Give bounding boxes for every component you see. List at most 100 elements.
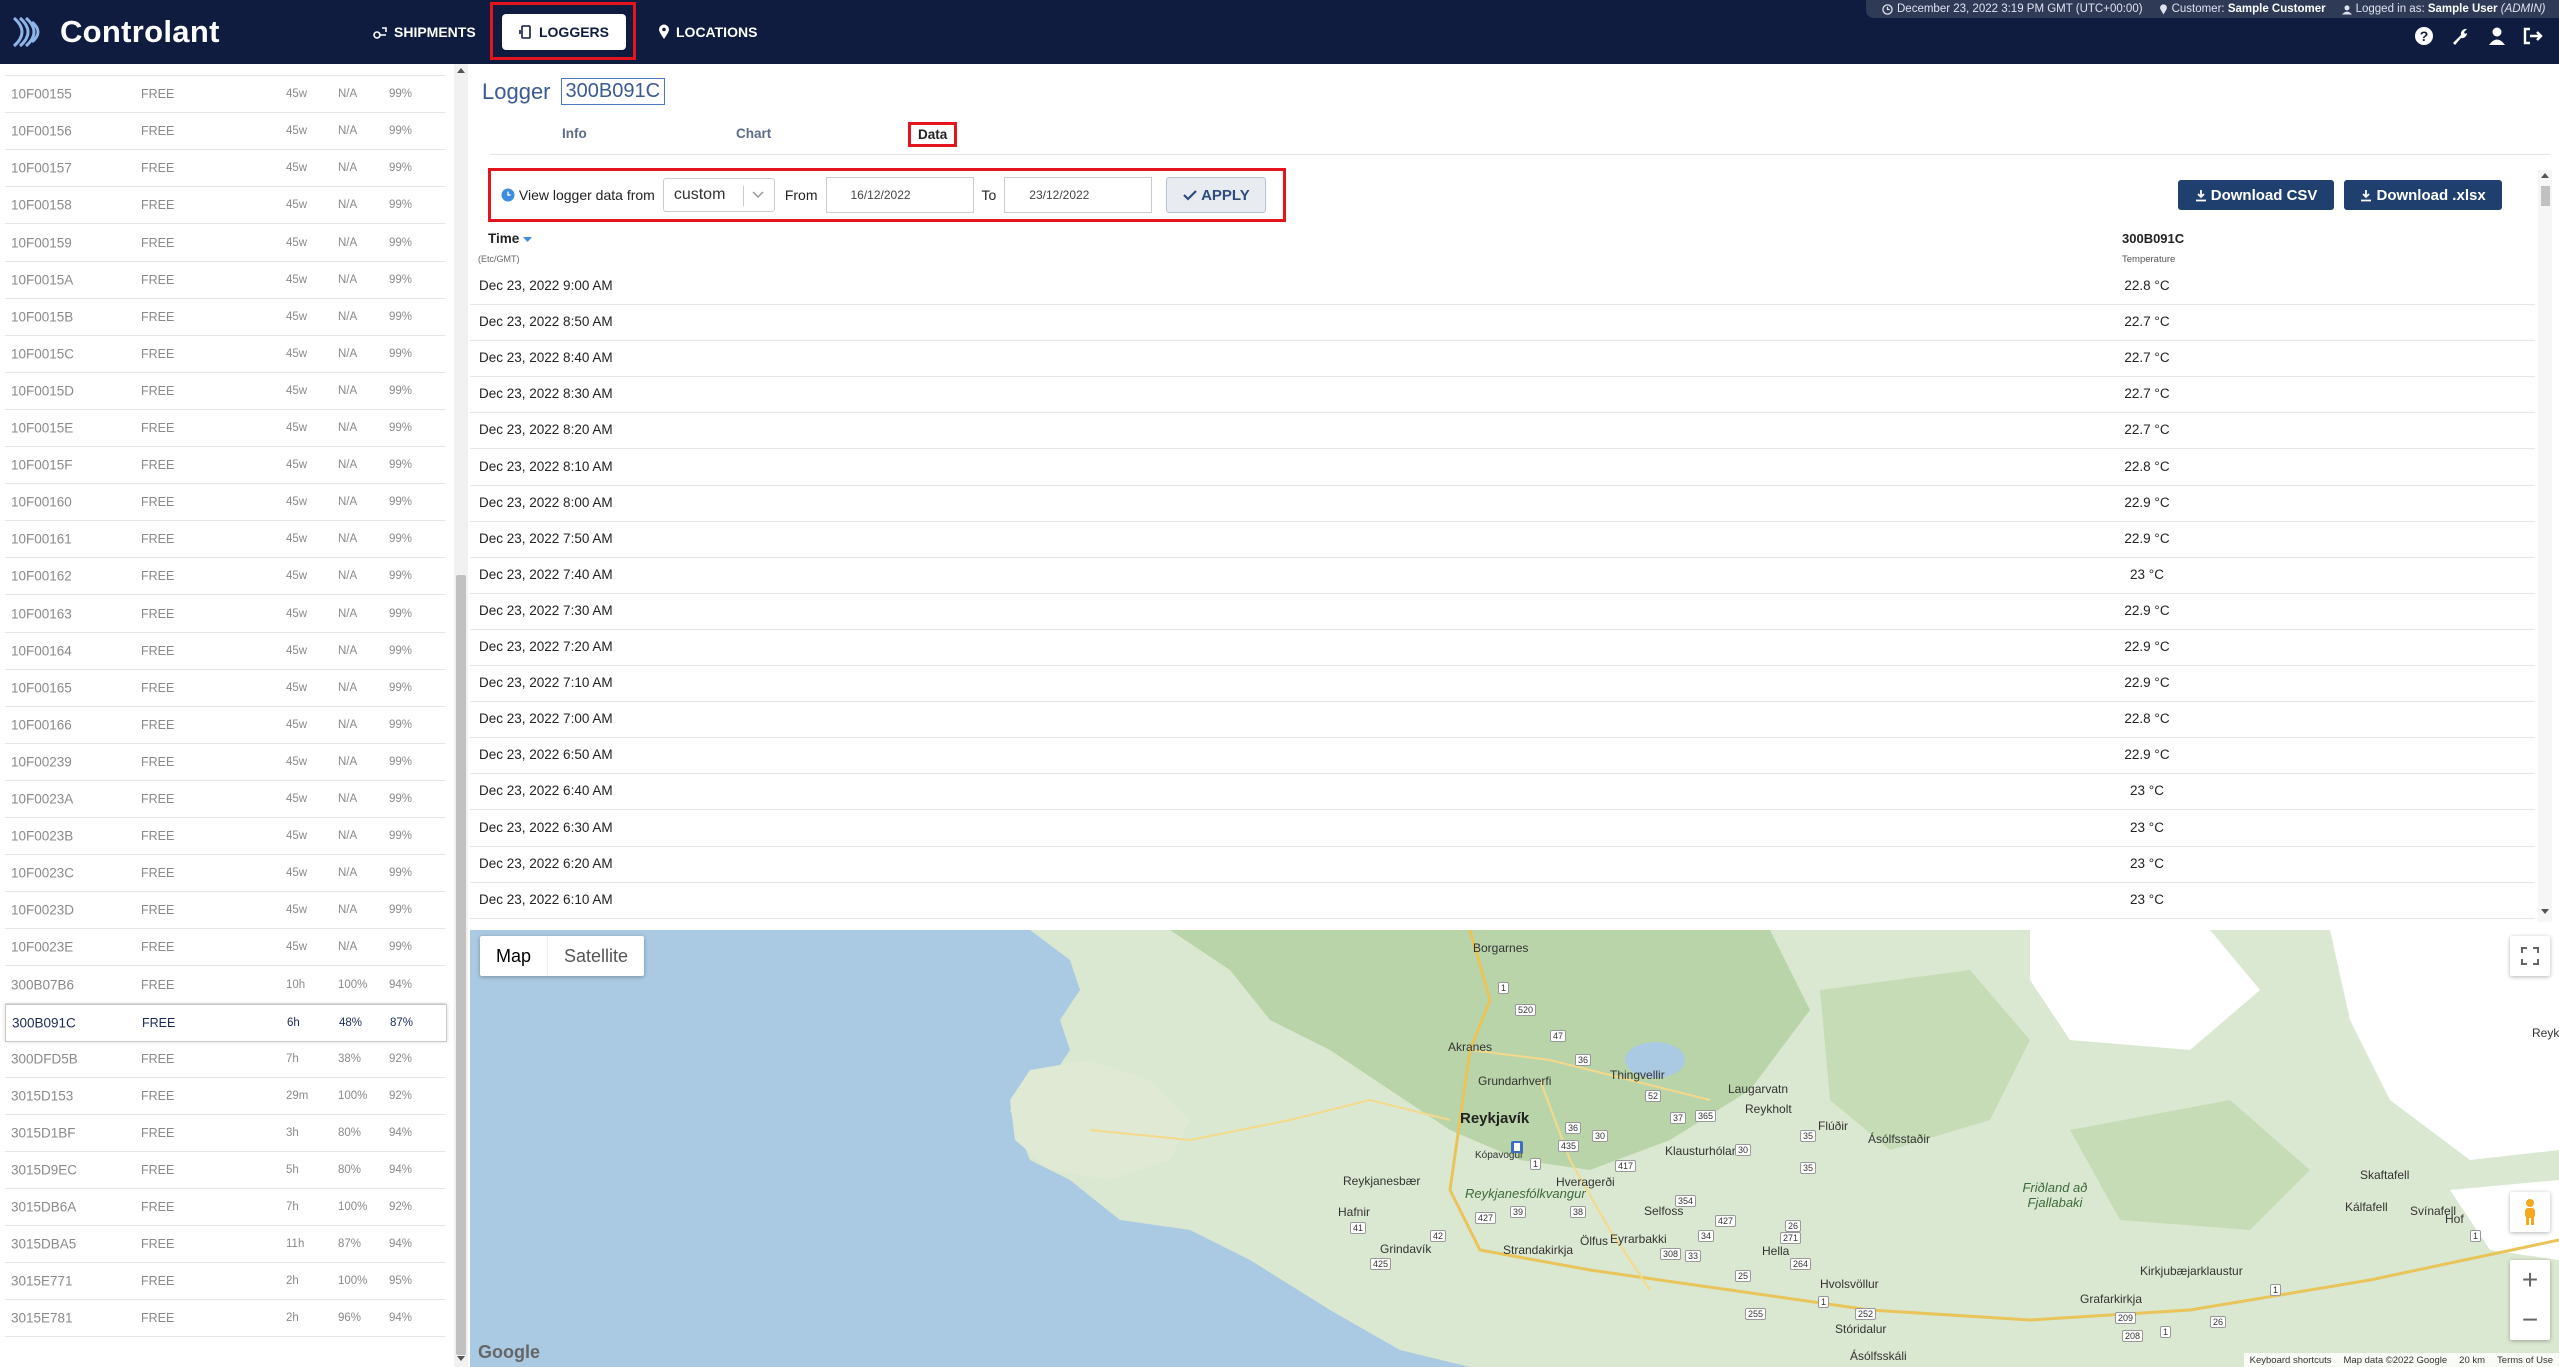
logger-status: FREE xyxy=(141,198,175,213)
map-label: Kálfafell xyxy=(2345,1200,2388,1214)
logger-list-row[interactable]: 10F0015F FREE 45w N/A 99% xyxy=(5,447,445,485)
logout-icon[interactable] xyxy=(2522,26,2544,51)
help-icon[interactable]: ? xyxy=(2414,26,2434,51)
map-type-satellite-button[interactable]: Satellite xyxy=(547,936,644,976)
to-date-input[interactable]: 23/12/2022 xyxy=(1004,177,1153,213)
zoom-out-icon[interactable]: − xyxy=(2522,1300,2538,1340)
logger-list-row[interactable]: 10F00156 FREE 45w N/A 99% xyxy=(5,113,445,151)
signal: 99% xyxy=(389,236,413,249)
nav-shipments[interactable]: SHIPMENTS xyxy=(372,14,476,50)
logger-list-row[interactable]: 300B091C FREE 6h 48% 87% xyxy=(5,1003,447,1042)
road-marker: 425 xyxy=(1370,1258,1392,1270)
battery: N/A xyxy=(338,422,358,434)
download-csv-button[interactable]: Download CSV xyxy=(2178,180,2334,210)
logger-list-row[interactable]: 3015D153 FREE 29m 100% 92% xyxy=(5,1078,445,1115)
tab-data[interactable]: Data xyxy=(908,122,958,147)
logger-status: FREE xyxy=(141,940,175,955)
logger-list-row[interactable]: 10F00155 FREE 45w N/A 99% xyxy=(5,76,445,114)
logger-list-row[interactable]: 3015D9EC FREE 5h 80% 94% xyxy=(5,1152,445,1189)
data-table-scrollbar[interactable] xyxy=(2538,170,2552,922)
scroll-up-arrow-icon[interactable] xyxy=(457,68,465,73)
logger-list-row[interactable]: 10F0015E FREE 45w N/A 99% xyxy=(5,410,445,447)
range-select[interactable]: custom xyxy=(662,178,775,212)
tab-info[interactable]: Info xyxy=(562,126,587,141)
row-time: Dec 23, 2022 6:40 AM xyxy=(479,783,613,799)
logger-list-row[interactable]: 10F00163 FREE 45w N/A 99% xyxy=(5,596,445,633)
row-temperature: 22.8 °C xyxy=(2124,711,2170,727)
logger-list-row[interactable]: 3015E771 FREE 2h 100% 95% xyxy=(5,1263,445,1301)
logger-list-row[interactable]: 10F00161 FREE 45w N/A 99% xyxy=(5,521,445,559)
logger-list-row[interactable]: 10F0015C FREE 45w N/A 99% xyxy=(5,336,445,373)
controlant-logo[interactable]: Controlant xyxy=(10,8,220,56)
sort-desc-icon xyxy=(523,237,533,242)
logger-list-row[interactable]: 10F00157 FREE 45w N/A 99% xyxy=(5,150,445,188)
logger-list-row[interactable]: 3015DBA5 FREE 11h 87% 94% xyxy=(5,1226,445,1264)
logger-list-row[interactable]: 3015E781 FREE 2h 96% 94% xyxy=(5,1300,445,1338)
table-row: Dec 23, 2022 8:00 AM 22.9 °C xyxy=(470,485,2535,522)
map-type-map-button[interactable]: Map xyxy=(480,936,547,976)
signal: 99% xyxy=(389,941,413,954)
logger-list-scroll-thumb[interactable] xyxy=(456,575,466,1355)
logged-in-label: Logged in as: xyxy=(2355,3,2425,15)
table-row: Dec 23, 2022 6:30 AM 23 °C xyxy=(470,810,2535,847)
table-scroll-up-icon[interactable] xyxy=(2541,173,2549,178)
logger-id: 10F0023C xyxy=(11,865,75,881)
zoom-in-icon[interactable]: + xyxy=(2522,1260,2538,1300)
logger-list-row[interactable]: 10F00166 FREE 45w N/A 99% xyxy=(5,707,445,744)
battery: 100% xyxy=(338,1275,368,1288)
from-date-input[interactable]: 16/12/2022 xyxy=(825,177,974,213)
logger-list-row[interactable]: 10F00158 FREE 45w N/A 99% xyxy=(5,187,445,225)
nav-locations[interactable]: LOCATIONS xyxy=(658,14,757,50)
logger-list-row[interactable]: 10F00239 FREE 45w N/A 99% xyxy=(5,744,445,781)
tab-chart[interactable]: Chart xyxy=(736,126,771,141)
nav-loggers[interactable]: LOGGERS xyxy=(502,14,626,50)
logger-list-row[interactable]: 10F0015D FREE 45w N/A 99% xyxy=(5,373,445,410)
logger-list-row[interactable]: 10F00160 FREE 45w N/A 99% xyxy=(5,484,445,522)
map-label: Ásólfsstaðir xyxy=(1868,1132,1931,1146)
range-select-value: custom xyxy=(673,186,726,203)
table-row: Dec 23, 2022 8:30 AM 22.7 °C xyxy=(470,376,2535,414)
tab-divider xyxy=(490,154,2550,155)
user-icon[interactable] xyxy=(2487,26,2507,51)
battery: 100% xyxy=(338,978,368,991)
keyboard-shortcuts-link[interactable]: Keyboard shortcuts xyxy=(2250,1355,2332,1366)
signal: 99% xyxy=(389,88,413,101)
row-time: Dec 23, 2022 8:30 AM xyxy=(479,386,613,402)
street-view-pegman[interactable] xyxy=(2510,1192,2550,1232)
apply-button[interactable]: APPLY xyxy=(1166,177,1267,213)
time-column-header[interactable]: Time xyxy=(488,231,533,246)
logger-list-row[interactable]: 300B07B6 FREE 10h 100% 94% xyxy=(5,967,445,1004)
logger-list-row[interactable]: 10F00154FREE45wN/A99% xyxy=(5,64,445,76)
logger-list-row[interactable]: 10F0023B FREE 45w N/A 99% xyxy=(5,818,445,856)
logger-list-row[interactable]: 10F0023C FREE 45w N/A 99% xyxy=(5,855,445,893)
terms-of-use-link[interactable]: Terms of Use xyxy=(2497,1355,2553,1366)
map-view[interactable]: Map Satellite + − Borgarnes Akranes Grun… xyxy=(470,930,2559,1367)
logger-list-row[interactable]: 3015DB6A FREE 7h 100% 92% xyxy=(5,1189,445,1227)
logger-list-row[interactable]: 10F0023A FREE 45w N/A 99% xyxy=(5,781,445,818)
logger-list[interactable]: 10F00154FREE45wN/A99%10F00155FREE45wN/A9… xyxy=(0,64,454,1367)
table-row: Dec 23, 2022 8:10 AM 22.8 °C xyxy=(470,449,2535,486)
scroll-down-arrow-icon[interactable] xyxy=(457,1356,465,1361)
wrench-icon[interactable] xyxy=(2450,26,2470,51)
road-marker: 208 xyxy=(2122,1330,2144,1342)
current-datetime: December 23, 2022 3:19 PM GMT (UTC+00:00… xyxy=(1897,3,2143,15)
logger-list-row[interactable]: 10F00164 FREE 45w N/A 99% xyxy=(5,633,445,670)
logger-list-row[interactable]: 10F0023D FREE 45w N/A 99% xyxy=(5,892,445,930)
logger-status: FREE xyxy=(141,87,175,102)
logger-list-row[interactable]: 10F0023E FREE 45w N/A 99% xyxy=(5,929,445,967)
logger-list-row[interactable]: 10F00162 FREE 45w N/A 99% xyxy=(5,558,445,596)
logger-list-row[interactable]: 10F00165 FREE 45w N/A 99% xyxy=(5,670,445,707)
download-xlsx-button[interactable]: Download .xlsx xyxy=(2344,180,2502,210)
map-label: Reykjanesbær xyxy=(1343,1174,1421,1188)
road-marker: 435 xyxy=(1558,1140,1580,1152)
logger-list-row[interactable]: 10F0015B FREE 45w N/A 99% xyxy=(5,299,445,336)
fullscreen-button[interactable] xyxy=(2510,936,2550,976)
logger-list-row[interactable]: 300DFD5B FREE 7h 38% 92% xyxy=(5,1041,445,1078)
logger-id: 3015DB6A xyxy=(11,1199,77,1215)
logger-list-row[interactable]: 3015D1BF FREE 3h 80% 94% xyxy=(5,1115,445,1152)
logger-list-row[interactable]: 10F00159 FREE 45w N/A 99% xyxy=(5,225,445,262)
logger-location-marker-icon[interactable] xyxy=(1510,1140,1524,1156)
logger-list-row[interactable]: 10F0015A FREE 45w N/A 99% xyxy=(5,262,445,299)
table-scroll-down-icon[interactable] xyxy=(2541,909,2549,914)
data-table-scroll-thumb[interactable] xyxy=(2541,186,2550,206)
